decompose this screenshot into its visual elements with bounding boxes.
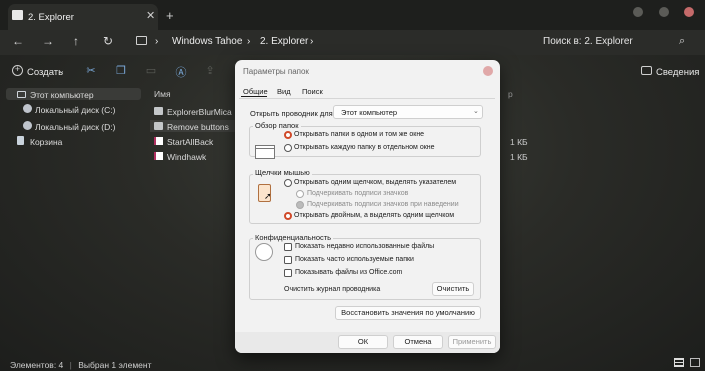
column-header-name[interactable]: Имя [154, 89, 171, 99]
details-pane-icon[interactable] [641, 66, 652, 75]
registry-file-icon [154, 152, 163, 160]
option-label: Подчеркивать подписи значков при наведен… [307, 201, 459, 208]
maximize-button[interactable] [659, 7, 669, 17]
apply-button[interactable]: Применить [448, 335, 496, 349]
tab-general[interactable]: Общие [243, 87, 268, 96]
folder-window-illustration [255, 145, 275, 159]
ok-button[interactable]: ОК [338, 335, 388, 349]
close-dialog-button[interactable] [483, 66, 493, 76]
breadcrumb-windows-tahoe[interactable]: Windows Tahoe [172, 36, 242, 47]
file-name: Windhawk [167, 152, 207, 162]
tab-divider [239, 98, 495, 99]
details-view-icon[interactable] [674, 358, 684, 367]
up-icon[interactable]: ↑ [73, 34, 79, 48]
breadcrumb-sep: › [310, 36, 314, 47]
sidebar-item-recycle-bin[interactable]: Корзина [30, 137, 62, 147]
search-input[interactable]: Поиск в: 2. Explorer [543, 36, 633, 47]
status-sep: | [69, 360, 72, 370]
open-explorer-label: Открыть проводник для: [250, 109, 335, 118]
breadcrumb-explorer[interactable]: 2. Explorer [260, 36, 308, 47]
tiles-view-icon[interactable] [690, 358, 700, 367]
option-label: Открывать одним щелчком, выделять указат… [294, 179, 457, 186]
chevron-down-icon[interactable]: ⌄ [58, 66, 65, 75]
rename-icon[interactable]: Ⓐ [174, 64, 188, 79]
file-name: Remove buttons [167, 122, 229, 132]
sidebar-item-label: Этот компьютер [30, 90, 94, 100]
active-tab-indicator [241, 96, 267, 97]
radio-underline-always[interactable] [296, 190, 304, 198]
option-label: Открывать двойным, а выделять одним щелч… [294, 212, 455, 219]
clear-history-label: Очистить журнал проводника [284, 286, 381, 293]
checkbox-office-files[interactable] [284, 269, 292, 277]
checkbox-frequent-folders[interactable] [284, 256, 292, 264]
option-label: Подчеркивать подписи значков [307, 190, 409, 197]
breadcrumb-sep: › [155, 36, 159, 47]
group-title: Обзор папок [253, 121, 301, 130]
close-window-button[interactable] [684, 7, 694, 17]
tab-search[interactable]: Поиск [302, 87, 323, 96]
option-label: Показать недавно использованные файлы [295, 243, 435, 250]
computer-icon [17, 91, 26, 98]
computer-icon[interactable] [136, 36, 147, 45]
drive-icon [23, 104, 32, 113]
breadcrumb-sep: › [247, 36, 251, 47]
copy-icon[interactable]: ❐ [114, 64, 128, 78]
minimize-button[interactable] [633, 7, 643, 17]
folder-icon [154, 122, 163, 130]
clock-icon [255, 243, 273, 261]
recycle-bin-icon [17, 136, 24, 145]
back-icon[interactable]: ← [12, 34, 24, 48]
forward-icon[interactable]: → [42, 34, 54, 48]
radio-separate-window[interactable] [284, 144, 292, 152]
cut-icon[interactable]: ✂ [84, 64, 98, 78]
sidebar-item-drive-d[interactable]: Локальный диск (D:) [35, 122, 115, 132]
radio-same-window[interactable] [284, 131, 292, 139]
restore-defaults-button[interactable]: Восстановить значения по умолчанию [335, 306, 481, 320]
selection-count: Выбран 1 элемент [78, 360, 152, 370]
new-tab-icon[interactable]: + [166, 8, 174, 23]
column-header-size[interactable]: р [508, 89, 513, 99]
option-label: Открывать папки в одном и том же окне [294, 131, 425, 138]
folder-icon [154, 107, 163, 115]
dialog-title: Параметры папок [243, 67, 309, 76]
clear-button[interactable]: Очистить [432, 282, 474, 296]
file-name: StartAllBack [167, 137, 214, 147]
file-name: ExplorerBlurMica [167, 107, 232, 117]
tab-view[interactable]: Вид [277, 87, 291, 96]
folder-tab-icon [12, 10, 23, 20]
cursor-icon: ➚ [264, 191, 272, 201]
checkbox-recent-files[interactable] [284, 243, 292, 251]
search-icon[interactable]: ⌕ [679, 35, 685, 48]
option-label: Показывать файлы из Office.com [295, 269, 403, 276]
option-label: Открывать каждую папку в отдельном окне [294, 144, 435, 151]
group-title: Щелчки мышью [253, 168, 312, 177]
paste-icon[interactable]: ▭ [144, 64, 158, 78]
refresh-icon[interactable]: ↻ [103, 34, 113, 48]
drive-icon [23, 121, 32, 130]
status-bar: Элементов: 4 | Выбран 1 элемент [10, 360, 152, 370]
file-size: 1 КБ [510, 152, 528, 162]
registry-file-icon [154, 137, 163, 145]
option-label: Показать часто используемые папки [295, 256, 414, 263]
file-size: 1 КБ [510, 137, 528, 147]
radio-single-click[interactable] [284, 179, 292, 187]
radio-underline-hover[interactable] [296, 201, 304, 209]
cancel-button[interactable]: Отмена [393, 335, 443, 349]
open-explorer-value: Этот компьютер [341, 108, 398, 117]
tab-title: 2. Explorer [28, 12, 74, 23]
share-icon[interactable]: ⇪ [203, 64, 217, 78]
radio-double-click[interactable] [284, 212, 292, 220]
sidebar-item-drive-c[interactable]: Локальный диск (C:) [35, 105, 115, 115]
close-tab-icon[interactable]: ✕ [146, 9, 155, 22]
group-title: Конфиденциальность [253, 233, 334, 242]
item-count: Элементов: 4 [10, 360, 64, 370]
folder-options-dialog: Параметры папок Общие Вид Поиск Открыть … [235, 60, 500, 353]
plus-icon: + [12, 65, 23, 76]
chevron-down-icon: ⌄ [473, 108, 479, 115]
details-button[interactable]: Сведения [656, 67, 699, 78]
